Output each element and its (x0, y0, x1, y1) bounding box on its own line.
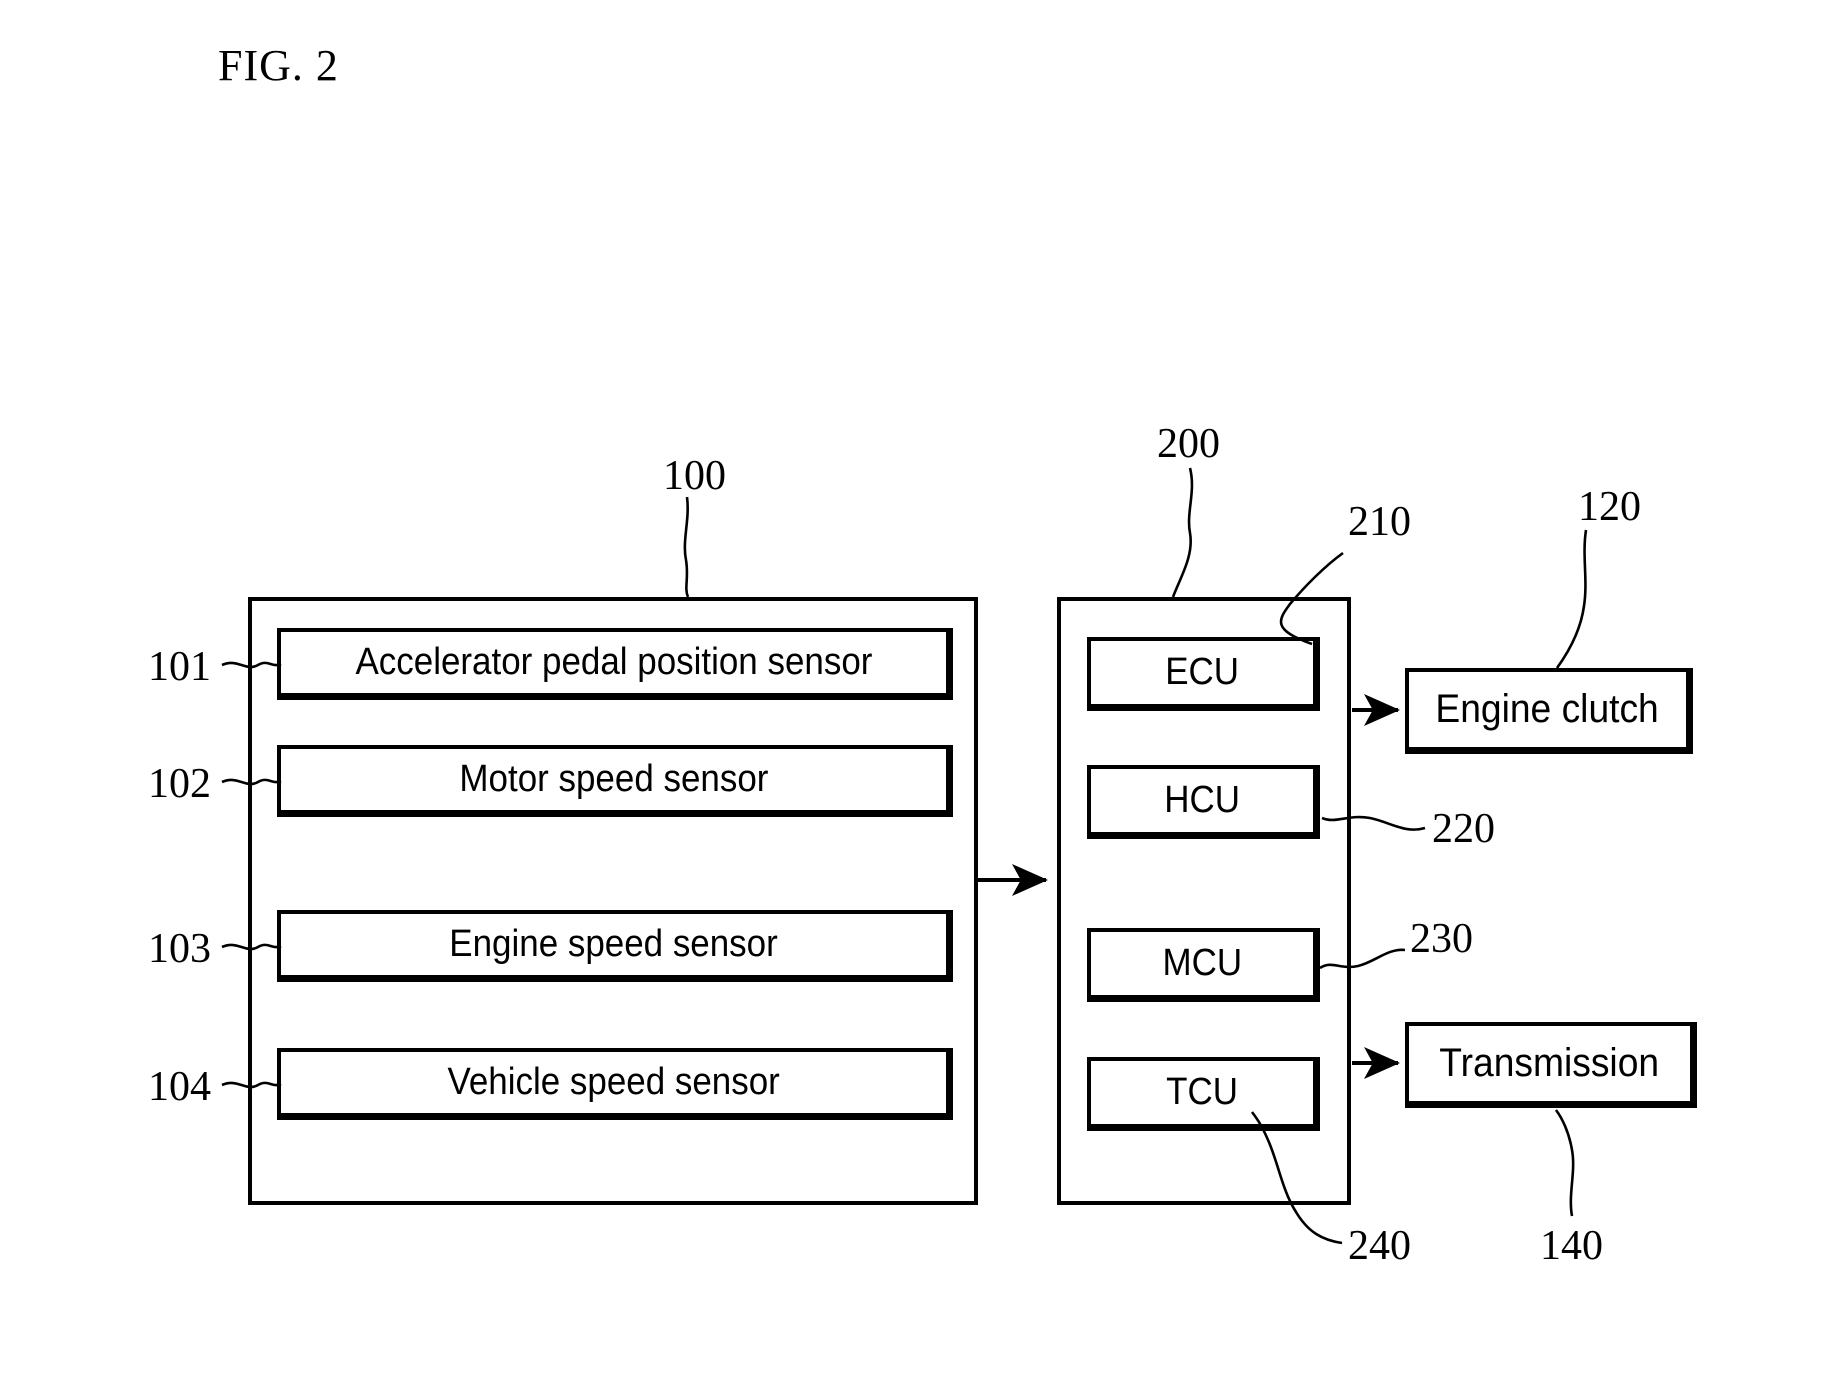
sensor-box-engine-speed[interactable]: Engine speed sensor (277, 910, 953, 982)
reference-numeral-102: 102 (148, 761, 211, 807)
reference-numeral-100: 100 (663, 453, 726, 499)
controller-label: HCU (1164, 779, 1240, 821)
reference-numeral-210: 210 (1348, 499, 1411, 545)
leader-line-140 (1554, 1109, 1575, 1217)
reference-numeral-120: 120 (1578, 484, 1641, 530)
controller-label: TCU (1166, 1071, 1238, 1113)
sensor-label: Vehicle speed sensor (447, 1061, 780, 1103)
sensor-label: Accelerator pedal position sensor (355, 641, 872, 683)
controller-label: MCU (1162, 942, 1242, 984)
leader-line-100 (683, 496, 690, 598)
sensor-box-vehicle-speed[interactable]: Vehicle speed sensor (277, 1048, 953, 1120)
reference-numeral-220: 220 (1432, 806, 1495, 852)
reference-numeral-230: 230 (1410, 916, 1473, 962)
figure-title: FIG. 2 (218, 41, 339, 90)
reference-numeral-101: 101 (148, 644, 211, 690)
reference-numeral-200: 200 (1157, 421, 1220, 467)
sensor-label: Motor speed sensor (459, 758, 768, 800)
controller-box-hcu[interactable]: HCU (1087, 765, 1320, 839)
reference-numeral-240: 240 (1348, 1223, 1411, 1269)
controller-box-mcu[interactable]: MCU (1087, 928, 1320, 1002)
output-label: Transmission (1439, 1041, 1660, 1085)
sensor-label: Engine speed sensor (449, 923, 778, 965)
output-box-engine-clutch[interactable]: Engine clutch (1405, 668, 1693, 754)
controller-label: ECU (1165, 651, 1239, 693)
patent-figure-canvas: FIG. 2 Accelerator pedal position sensor… (0, 0, 1839, 1378)
output-label: Engine clutch (1435, 687, 1660, 731)
controller-box-tcu[interactable]: TCU (1087, 1057, 1320, 1131)
leader-line-120 (1555, 529, 1588, 669)
reference-numeral-104: 104 (148, 1064, 211, 1110)
reference-numeral-103: 103 (148, 926, 211, 972)
sensor-box-motor-speed[interactable]: Motor speed sensor (277, 745, 953, 817)
output-box-transmission[interactable]: Transmission (1405, 1022, 1697, 1108)
reference-numeral-140: 140 (1540, 1223, 1603, 1269)
controller-box-ecu[interactable]: ECU (1087, 637, 1320, 711)
sensor-box-accelerator-pedal-position[interactable]: Accelerator pedal position sensor (277, 628, 953, 700)
leader-line-200 (1171, 467, 1194, 598)
